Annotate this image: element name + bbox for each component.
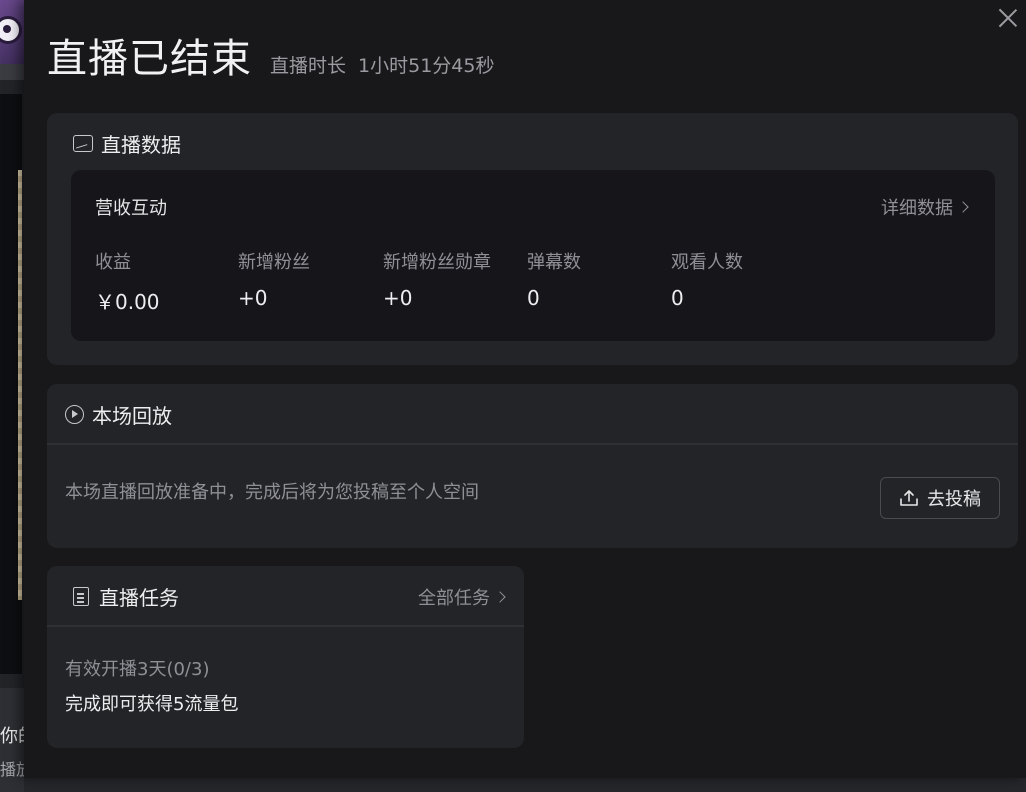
- metric-new-fan-medals: 新增粉丝勋章 +0: [383, 248, 491, 310]
- all-tasks-link[interactable]: 全部任务: [418, 584, 506, 610]
- all-tasks-label: 全部任务: [418, 588, 490, 609]
- metric-value: +0: [383, 286, 413, 310]
- chevron-right-icon: [494, 591, 506, 603]
- metric-label: 观看人数: [671, 252, 743, 273]
- replay-title: 本场回放: [92, 404, 172, 428]
- upload-icon: [900, 490, 918, 506]
- metric-label: 新增粉丝勋章: [383, 252, 491, 273]
- divider: [47, 625, 524, 627]
- metric-new-fans: 新增粉丝 +0: [238, 248, 310, 310]
- tasks-title: 直播任务: [99, 586, 179, 610]
- close-icon[interactable]: [996, 6, 1020, 30]
- revenue-interaction-panel: 营收互动 详细数据 收益 ￥0.00 新增粉丝 +0 新增粉丝勋章 +0 弹幕数…: [71, 170, 995, 341]
- metric-label: 弹幕数: [527, 252, 581, 273]
- play-circle-icon: [65, 405, 84, 424]
- metric-value: 0: [527, 286, 540, 310]
- tasks-header: 直播任务: [73, 582, 179, 611]
- panel-title: 营收互动: [95, 198, 167, 219]
- tasks-card: 直播任务 全部任务 有效开播3天(0/3) 完成即可获得5流量包: [47, 566, 524, 748]
- duration-value: 1小时51分45秒: [358, 55, 495, 77]
- live-data-card: 直播数据 营收互动 详细数据 收益 ￥0.00 新增粉丝 +0 新增粉丝勋章 +…: [47, 113, 1018, 365]
- header: 直播已结束 直播时长 1小时51分45秒: [47, 26, 494, 84]
- background-bar: [0, 64, 24, 80]
- divider: [47, 443, 1018, 445]
- upload-button[interactable]: 去投稿: [880, 477, 1000, 519]
- chart-icon: [73, 135, 93, 152]
- live-ended-modal: 直播已结束 直播时长 1小时51分45秒 直播数据 营收互动 详细数据 收益 ￥…: [24, 0, 1026, 778]
- background-text-2: 播放: [0, 760, 24, 779]
- background-video-preview: [0, 94, 22, 674]
- background-bottom-strip: [24, 778, 1026, 792]
- replay-message: 本场直播回放准备中，完成后将为您投稿至个人空间: [65, 482, 479, 503]
- background-text-1: 你的: [0, 726, 24, 747]
- metric-value: ￥0.00: [95, 290, 160, 314]
- metric-revenue: 收益 ￥0.00: [95, 248, 160, 315]
- metric-value: 0: [671, 286, 684, 310]
- document-icon: [73, 587, 89, 606]
- task-reward: 完成即可获得5流量包: [65, 694, 239, 715]
- metric-label: 新增粉丝: [238, 252, 310, 273]
- metric-value: +0: [238, 286, 268, 310]
- page-title: 直播已结束: [47, 36, 252, 82]
- live-data-title: 直播数据: [101, 133, 181, 157]
- duration-label: 直播时长: [270, 55, 347, 77]
- live-data-header: 直播数据: [73, 129, 181, 158]
- upload-button-label: 去投稿: [927, 489, 981, 510]
- detail-data-label: 详细数据: [881, 198, 953, 219]
- metric-label: 收益: [95, 252, 131, 273]
- replay-header: 本场回放: [65, 400, 172, 429]
- chevron-right-icon: [957, 201, 969, 213]
- metric-viewers: 观看人数 0: [671, 248, 743, 310]
- replay-card: 本场回放 本场直播回放准备中，完成后将为您投稿至个人空间 去投稿: [47, 384, 1018, 548]
- detail-data-link[interactable]: 详细数据: [881, 194, 969, 220]
- task-name: 有效开播3天(0/3): [65, 659, 210, 680]
- background-avatar: [0, 0, 24, 64]
- metric-danmaku-count: 弹幕数 0: [527, 248, 581, 310]
